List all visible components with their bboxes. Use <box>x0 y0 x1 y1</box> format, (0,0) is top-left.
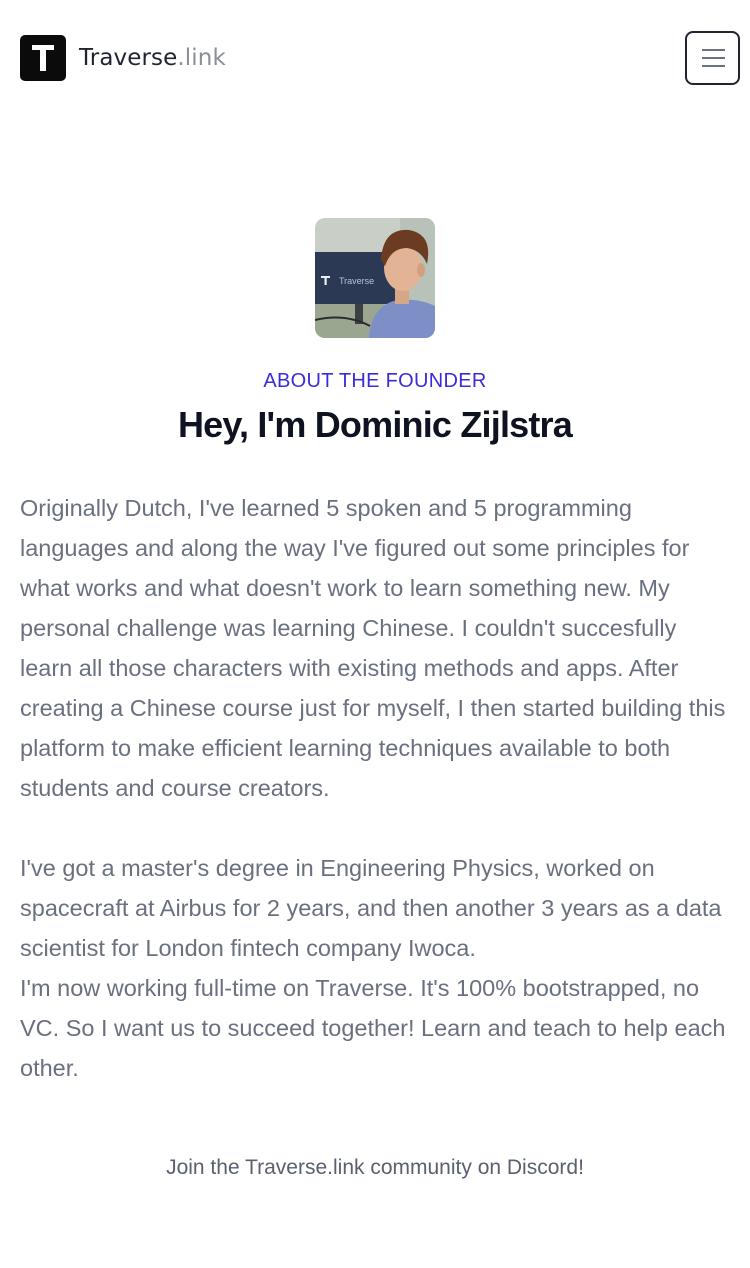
founder-photo: Traverse <box>315 218 435 338</box>
bio-paragraph: I'm now working full-time on Traverse. I… <box>20 975 726 1081</box>
traverse-logo-icon <box>20 35 66 81</box>
hamburger-menu-icon <box>702 49 725 51</box>
founder-bio: Originally Dutch, I've learned 5 spoken … <box>20 488 732 1088</box>
discord-community-link[interactable]: Join the Traverse.link community on Disc… <box>0 1156 750 1180</box>
bio-paragraph: Originally Dutch, I've learned 5 spoken … <box>20 495 726 801</box>
brand-logo-link[interactable]: Traverse.link <box>20 35 226 81</box>
brand-suffix: .link <box>177 45 226 71</box>
page: Traverse.link Traverse ABOUT THE FOUNDER… <box>0 0 750 1268</box>
photo-overlay-text: Traverse <box>339 276 374 286</box>
site-header: Traverse.link <box>0 0 750 115</box>
bio-paragraph: I've got a master's degree in Engineerin… <box>20 855 722 961</box>
brand-main: Traverse <box>79 45 178 71</box>
brand-name: Traverse.link <box>79 45 226 71</box>
section-eyebrow: ABOUT THE FOUNDER <box>263 370 487 392</box>
hamburger-menu-button[interactable] <box>685 31 740 85</box>
page-title: Hey, I'm Dominic Zijlstra <box>177 404 573 445</box>
